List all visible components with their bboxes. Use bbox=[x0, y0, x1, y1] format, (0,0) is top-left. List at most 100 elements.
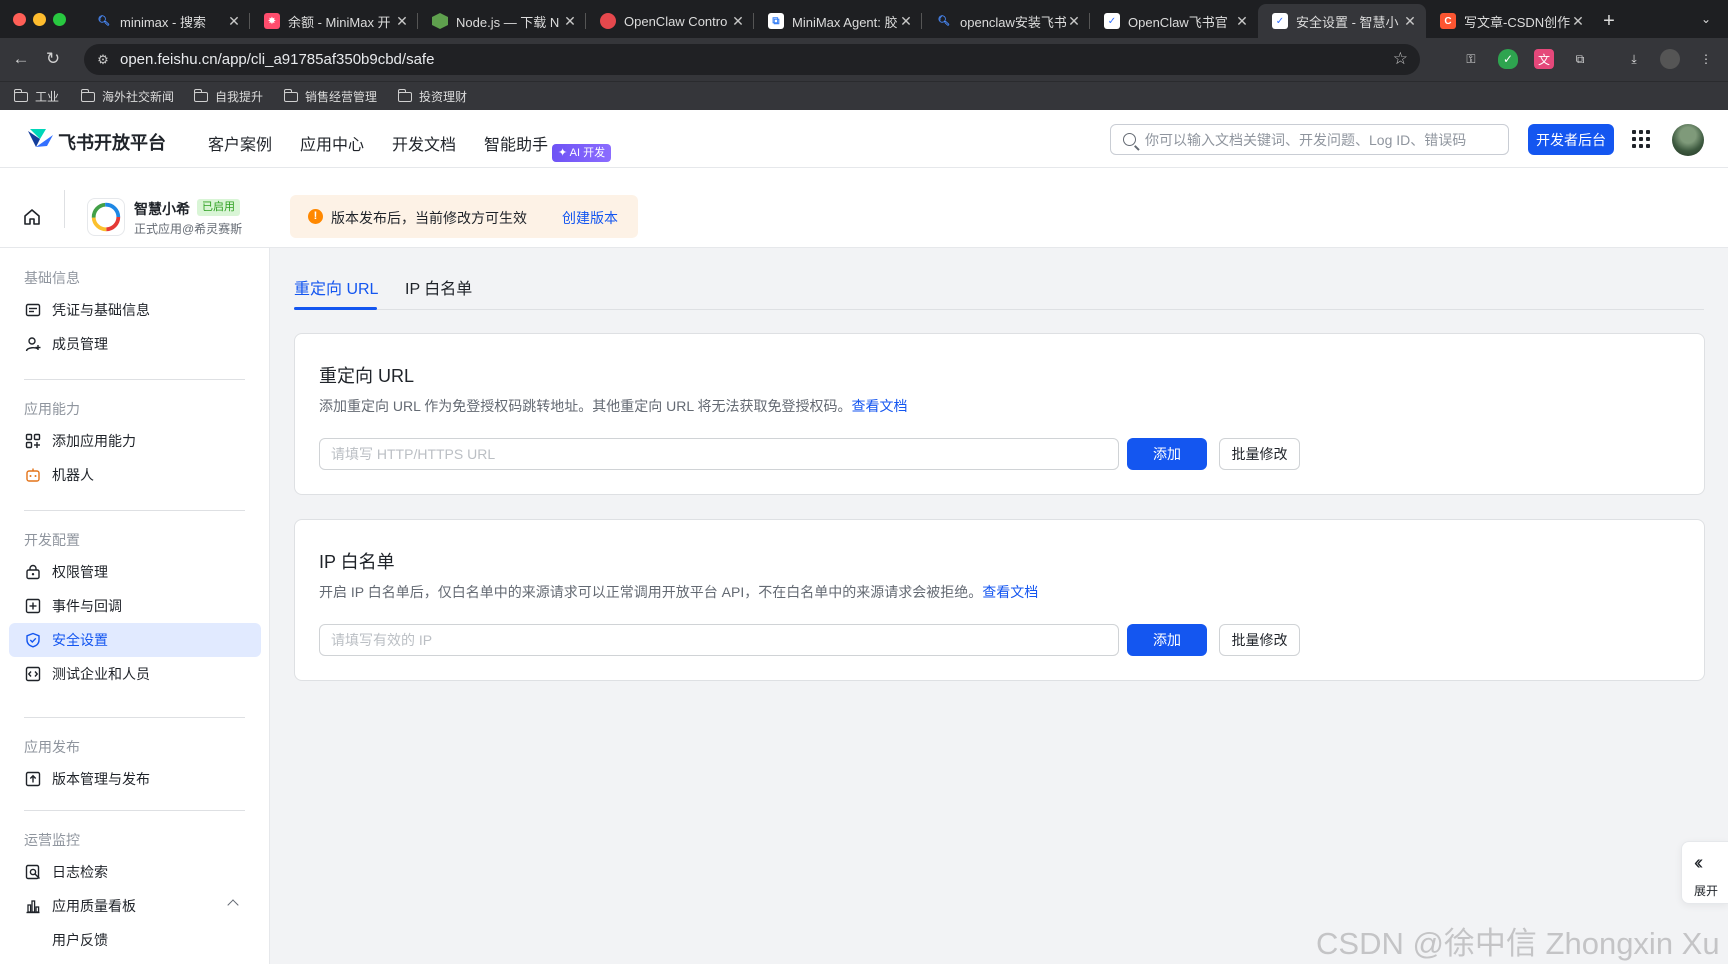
user-avatar[interactable] bbox=[1672, 124, 1704, 156]
bookmark-folder[interactable]: 海外社交新闻 bbox=[81, 88, 174, 105]
sidebar-item-label: 版本管理与发布 bbox=[52, 771, 150, 787]
redirect-url-input[interactable] bbox=[319, 438, 1119, 470]
ai-dev-badge[interactable]: ✦ AI 开发 bbox=[552, 144, 612, 162]
view-docs-link[interactable]: 查看文档 bbox=[982, 584, 1038, 600]
minimize-window-button[interactable] bbox=[33, 13, 46, 26]
close-tab-icon[interactable]: ✕ bbox=[562, 13, 578, 30]
close-window-button[interactable] bbox=[13, 13, 26, 26]
shield-extension-icon[interactable]: ✓ bbox=[1498, 49, 1518, 69]
sidebar-item-add-capability[interactable]: 添加应用能力 bbox=[9, 424, 261, 458]
sidebar-item-label: 成员管理 bbox=[52, 336, 108, 352]
close-tab-icon[interactable]: ✕ bbox=[1402, 13, 1418, 30]
browser-tab[interactable]: ✓ OpenClaw飞书官 ✕ bbox=[1090, 4, 1258, 38]
puzzle-icon[interactable]: ⧉ bbox=[1570, 49, 1590, 69]
ip-whitelist-card: IP 白名单 开启 IP 白名单后，仅白名单中的来源请求可以正常调用开放平台 A… bbox=[294, 519, 1705, 681]
close-tab-icon[interactable]: ✕ bbox=[898, 13, 914, 30]
close-tab-icon[interactable]: ✕ bbox=[1570, 13, 1586, 30]
sidebar-item-security[interactable]: 安全设置 bbox=[9, 623, 261, 657]
openclaw-icon bbox=[600, 13, 616, 29]
apps-add-icon bbox=[25, 433, 41, 449]
redirect-url-card: 重定向 URL 添加重定向 URL 作为免登授权码跳转地址。其他重定向 URL … bbox=[294, 333, 1705, 495]
expand-panel-button[interactable]: ‹‹ 展开 bbox=[1681, 841, 1728, 904]
url-text[interactable]: open.feishu.cn/app/cli_a91785af350b9cbd/… bbox=[120, 51, 434, 68]
sidebar-item-label: 应用质量看板 bbox=[52, 898, 136, 914]
search-icon: 🔍︎ bbox=[97, 15, 111, 27]
sidebar-item-quality-board[interactable]: 应用质量看板 bbox=[9, 889, 261, 923]
double-chevron-left-icon: ‹‹ bbox=[1694, 852, 1704, 874]
sidebar-item-members[interactable]: 成员管理 bbox=[9, 327, 261, 361]
search-input[interactable] bbox=[1145, 129, 1500, 151]
bookmark-label: 投资理财 bbox=[419, 90, 468, 104]
tab-title: Node.js — 下载 N bbox=[456, 14, 560, 30]
nav-dev-docs[interactable]: 开发文档 bbox=[392, 131, 456, 155]
chevron-up-icon[interactable] bbox=[227, 899, 239, 911]
ip-input[interactable] bbox=[319, 624, 1119, 656]
nav-customer-cases[interactable]: 客户案例 bbox=[208, 131, 272, 155]
tab-title: MiniMax Agent: 胶 bbox=[792, 14, 898, 30]
folder-icon bbox=[14, 88, 28, 102]
back-arrow-icon[interactable]: ← bbox=[10, 48, 32, 70]
app-grid-icon[interactable] bbox=[1632, 130, 1650, 148]
sidebar-item-label: 权限管理 bbox=[52, 564, 108, 580]
browser-tab-active[interactable]: ✓ 安全设置 - 智慧小 ✕ bbox=[1258, 4, 1426, 38]
tab-redirect-url[interactable]: 重定向 URL bbox=[294, 275, 378, 299]
close-tab-icon[interactable]: ✕ bbox=[730, 13, 746, 30]
more-menu-icon[interactable]: ⋮ bbox=[1696, 49, 1716, 69]
sidebar-item-versions[interactable]: 版本管理与发布 bbox=[9, 762, 261, 796]
doc-search[interactable] bbox=[1110, 124, 1509, 155]
site-settings-icon[interactable]: ⚙︎ bbox=[94, 51, 112, 69]
tab-title: OpenClaw Contro bbox=[624, 13, 728, 29]
bookmark-star-icon[interactable]: ☆ bbox=[1393, 49, 1408, 69]
bookmark-folder[interactable]: 自我提升 bbox=[194, 88, 263, 105]
browser-tab[interactable]: OpenClaw Contro ✕ bbox=[586, 4, 754, 38]
nav-app-center[interactable]: 应用中心 bbox=[300, 131, 364, 155]
profile-avatar[interactable] bbox=[1660, 49, 1680, 69]
add-redirect-url-button[interactable]: 添加 bbox=[1127, 438, 1207, 470]
translate-extension-icon[interactable]: 文 bbox=[1534, 49, 1554, 69]
bookmark-folder[interactable]: 销售经营管理 bbox=[284, 88, 377, 105]
feishu-logo-icon[interactable] bbox=[26, 127, 54, 149]
create-version-link[interactable]: 创建版本 bbox=[562, 208, 618, 228]
sidebar-item-credentials[interactable]: 凭证与基础信息 bbox=[9, 293, 261, 327]
sidebar-item-permissions[interactable]: 权限管理 bbox=[9, 555, 261, 589]
bookmark-folder[interactable]: 投资理财 bbox=[398, 88, 467, 105]
download-icon[interactable]: ⤓ bbox=[1624, 49, 1644, 69]
browser-tab[interactable]: C 写文章-CSDN创作 ✕ bbox=[1426, 4, 1594, 38]
sidebar-item-events[interactable]: 事件与回调 bbox=[9, 589, 261, 623]
browser-tab[interactable]: ⧉ MiniMax Agent: 胶 ✕ bbox=[754, 4, 922, 38]
bookmark-folder[interactable]: 工业 bbox=[14, 88, 59, 105]
close-tab-icon[interactable]: ✕ bbox=[394, 13, 410, 30]
sidebar-item-log-search[interactable]: 日志检索 bbox=[9, 855, 261, 889]
reload-icon[interactable]: ↻ bbox=[42, 48, 64, 70]
close-tab-icon[interactable]: ✕ bbox=[1234, 13, 1250, 30]
view-docs-link[interactable]: 查看文档 bbox=[852, 398, 908, 414]
close-tab-icon[interactable]: ✕ bbox=[1066, 13, 1082, 30]
folder-icon bbox=[284, 88, 298, 102]
tab-ip-whitelist[interactable]: IP 白名单 bbox=[405, 275, 472, 299]
browser-tab[interactable]: 🔍︎ openclaw安装飞书 ✕ bbox=[922, 4, 1090, 38]
add-ip-button[interactable]: 添加 bbox=[1127, 624, 1207, 656]
address-bar: ← ↻ ⚙︎ open.feishu.cn/app/cli_a91785af35… bbox=[0, 38, 1728, 81]
tab-search-icon[interactable]: ⌄ bbox=[1694, 8, 1718, 30]
browser-tab[interactable]: 🔍︎ minimax - 搜索 ✕ bbox=[82, 4, 250, 38]
developer-console-button[interactable]: 开发者后台 bbox=[1528, 124, 1614, 155]
close-tab-icon[interactable]: ✕ bbox=[226, 13, 242, 30]
home-icon[interactable] bbox=[23, 208, 41, 226]
search-icon bbox=[1123, 133, 1136, 146]
nav-smart-assistant[interactable]: 智能助手 bbox=[484, 131, 548, 155]
bar-chart-icon bbox=[25, 898, 41, 914]
maximize-window-button[interactable] bbox=[53, 13, 66, 26]
sidebar-item-user-feedback[interactable]: 用户反馈 bbox=[9, 923, 261, 957]
omnibox[interactable]: ⚙︎ open.feishu.cn/app/cli_a91785af350b9c… bbox=[84, 44, 1420, 75]
site-logo-text[interactable]: 飞书开放平台 bbox=[58, 129, 166, 155]
batch-edit-ip-button[interactable]: 批量修改 bbox=[1219, 624, 1300, 656]
batch-edit-redirect-button[interactable]: 批量修改 bbox=[1219, 438, 1300, 470]
new-tab-button[interactable]: + bbox=[1594, 4, 1624, 38]
sidebar-item-bot[interactable]: 机器人 bbox=[9, 458, 261, 492]
extension-icon[interactable]: ⚿ bbox=[1461, 49, 1481, 69]
site-header: 飞书开放平台 客户案例 应用中心 开发文档 智能助手 开发者后台 bbox=[0, 110, 1728, 168]
browser-tab[interactable]: ✸ 余额 - MiniMax 开 ✕ bbox=[250, 4, 418, 38]
sidebar-item-test-tenants[interactable]: 测试企业和人员 bbox=[9, 657, 261, 691]
browser-tab[interactable]: Node.js — 下载 N ✕ bbox=[418, 4, 586, 38]
version-notice-banner: ! 版本发布后，当前修改方可生效 创建版本 bbox=[290, 195, 638, 238]
